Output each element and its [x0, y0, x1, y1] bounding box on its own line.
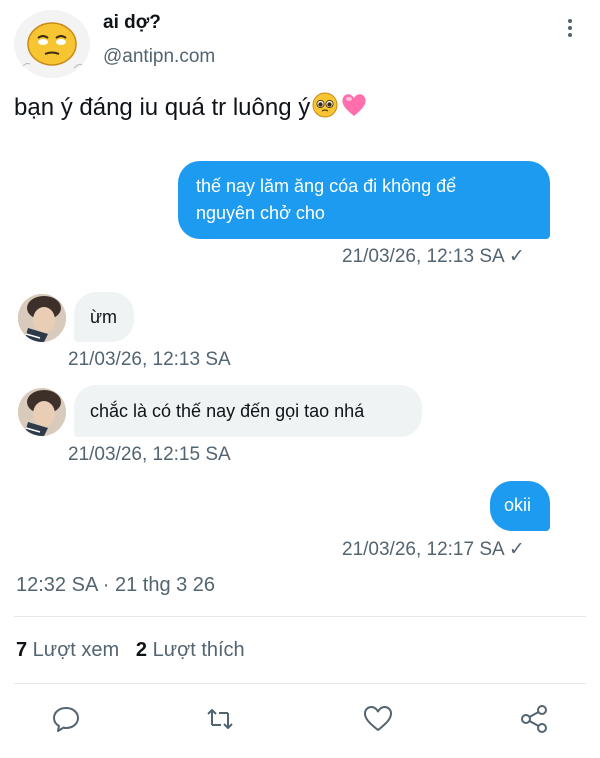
message-timestamp: 21/03/26, 12:17 SA ✓: [342, 539, 525, 560]
tweet-body: bạn ý đáng iu quá tr luông ý: [14, 93, 311, 121]
message-line: thế nay lăm ăng cóa đi không để: [196, 176, 457, 196]
tweet-text: bạn ý đáng iu quá tr luông ý: [14, 92, 368, 125]
views-stat[interactable]: 7 Lượt xem: [16, 639, 119, 661]
author-name[interactable]: ai dợ?: [103, 12, 161, 34]
author-avatar[interactable]: [14, 10, 90, 78]
views-label: Lượt xem: [27, 639, 120, 661]
share-icon[interactable]: [518, 703, 550, 735]
author-handle[interactable]: @antipn.com: [103, 46, 215, 68]
tweet-header: ai dợ? @antipn.com: [0, 0, 600, 80]
pensive-face-emoji-icon: [21, 22, 84, 69]
participant-avatar[interactable]: [18, 294, 66, 342]
more-vertical-icon[interactable]: [560, 16, 580, 44]
message-line: nguyên chở cho: [196, 203, 325, 223]
reply-icon[interactable]: [50, 703, 82, 735]
message-bubble-incoming[interactable]: chắc là có thế nay đến gọi tao nhá: [74, 385, 422, 437]
retweet-icon[interactable]: [204, 703, 236, 735]
tweet-timestamp[interactable]: 12:32 SA · 21 thg 3 26: [16, 574, 215, 597]
message-bubble-outgoing[interactable]: okii: [490, 481, 550, 531]
pink-heart-emoji-icon: [340, 92, 368, 125]
like-icon[interactable]: [362, 703, 394, 735]
message-timestamp: 21/03/26, 12:13 SA: [68, 349, 231, 370]
message-line: chắc là có thế nay đến gọi tao nhá: [90, 401, 365, 421]
message-timestamp: 21/03/26, 12:15 SA: [68, 444, 231, 465]
divider: [14, 616, 586, 617]
likes-label: Lượt thích: [147, 639, 245, 661]
likes-stat[interactable]: 2 Lượt thích: [136, 639, 245, 661]
message-timestamp: 21/03/26, 12:13 SA ✓: [342, 246, 525, 267]
message-bubble-outgoing[interactable]: thế nay lăm ăng cóa đi không để nguyên c…: [178, 161, 550, 239]
message-bubble-incoming[interactable]: ừm: [74, 292, 134, 342]
message-line: okii: [504, 495, 532, 515]
views-count: 7: [16, 639, 28, 661]
message-line: ừm: [90, 307, 118, 327]
tweet-stats: 7 Lượt xem 2 Lượt thích: [16, 639, 245, 662]
divider: [14, 683, 586, 684]
participant-avatar[interactable]: [18, 388, 66, 436]
likes-count: 2: [135, 639, 148, 661]
pleading-face-emoji-icon: [312, 92, 338, 125]
